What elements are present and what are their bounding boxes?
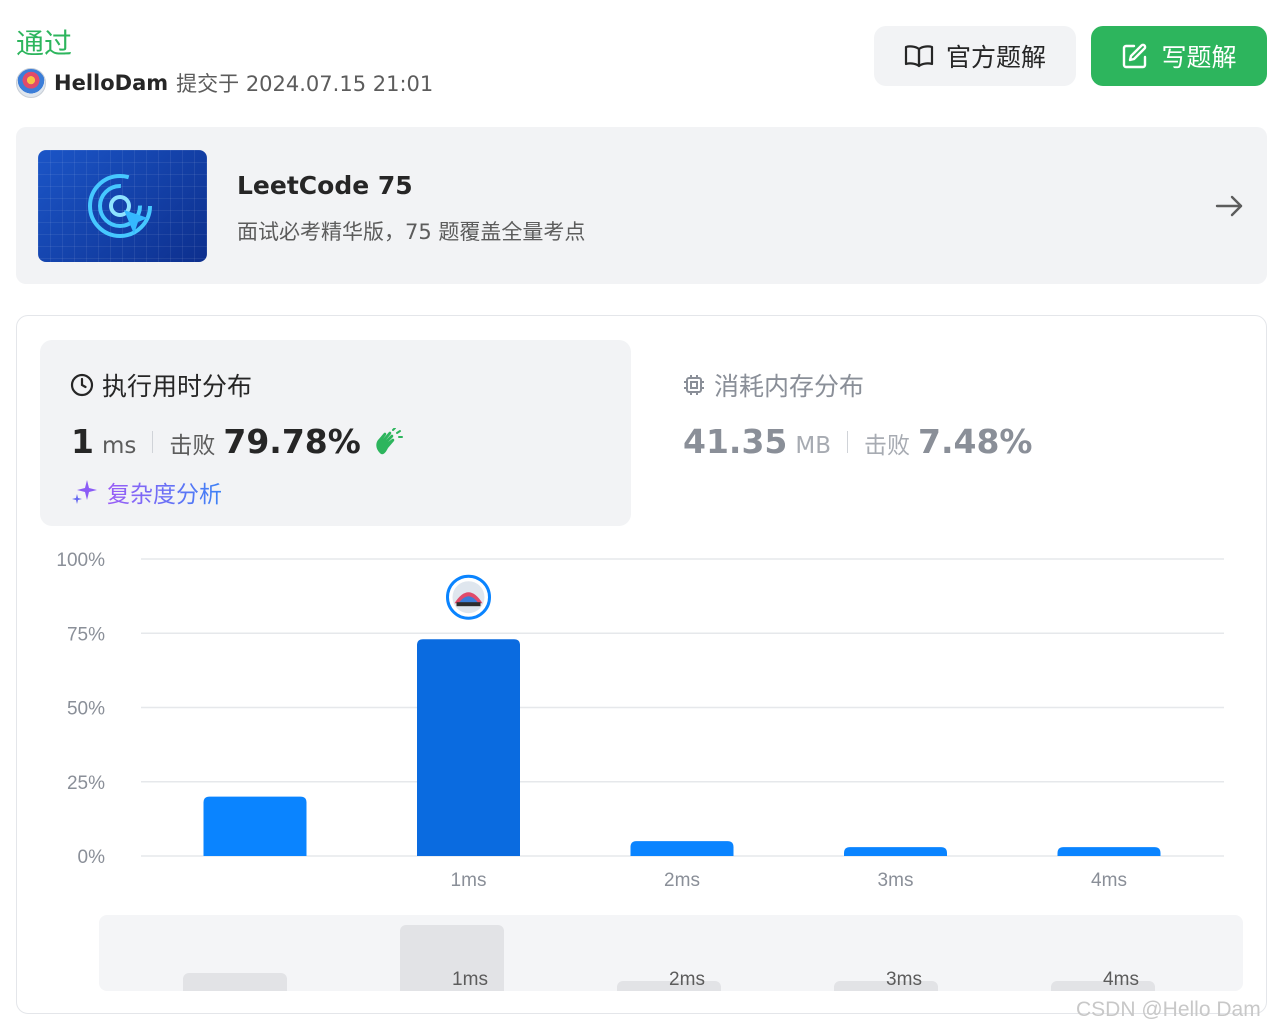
- minimap-label: 2ms: [669, 969, 705, 990]
- complexity-analysis-link[interactable]: 复杂度分析: [71, 475, 222, 509]
- user-avatar[interactable]: [16, 68, 46, 98]
- edit-icon: [1123, 43, 1147, 69]
- sparkle-icon: [72, 480, 97, 504]
- divider: [847, 430, 849, 453]
- y-tick-label: 0%: [78, 847, 106, 868]
- target-cursor-icon: [88, 174, 152, 238]
- y-tick-label: 100%: [56, 550, 105, 571]
- runtime-panel[interactable]: 执行用时分布 1 ms 击败 79.78% 复杂度分析: [40, 340, 631, 526]
- x-tick-label: 3ms: [878, 870, 914, 891]
- avatar-detail: [456, 602, 481, 607]
- runtime-stats: 1 ms 击败 79.78%: [71, 422, 403, 461]
- arrow-right-icon[interactable]: [1214, 191, 1244, 221]
- distribution-bar: [1057, 847, 1161, 856]
- distribution-minimap[interactable]: 1ms 2ms 3ms 4ms: [99, 915, 1243, 991]
- minimap-label: 3ms: [886, 969, 922, 990]
- banner-image: [38, 150, 207, 262]
- y-tick-label: 25%: [67, 773, 105, 794]
- memory-panel[interactable]: 消耗内存分布: [682, 367, 864, 403]
- watermark: CSDN @Hello Dam: [1076, 998, 1261, 1021]
- distribution-bar: [630, 841, 734, 856]
- runtime-value: 1: [71, 422, 94, 461]
- runtime-unit: ms: [101, 433, 137, 459]
- distribution-bar: [844, 847, 947, 856]
- official-solution-button[interactable]: 官方题解: [874, 26, 1076, 86]
- x-tick-label: 4ms: [1091, 870, 1127, 891]
- runtime-beat-label: 击败: [169, 433, 216, 459]
- study-plan-banner[interactable]: LeetCode 75 面试必考精华版，75 题覆盖全量考点: [16, 127, 1267, 284]
- divider: [152, 430, 154, 453]
- minimap-bar: [183, 973, 287, 991]
- distribution-bar: [203, 796, 307, 856]
- write-solution-label: 写题解: [1161, 43, 1237, 72]
- banner-subtitle: 面试必考精华版，75 题覆盖全量考点: [237, 220, 586, 244]
- submit-time: 提交于 2024.07.15 21:01: [176, 72, 434, 96]
- minimap-label: 1ms: [452, 969, 488, 990]
- write-solution-button[interactable]: 写题解: [1091, 26, 1267, 86]
- y-tick-label: 50%: [67, 699, 105, 720]
- submission-status: 通过: [16, 27, 73, 60]
- distribution-bar: [417, 639, 520, 856]
- minimap-label: 4ms: [1103, 969, 1139, 990]
- runtime-title: 执行用时分布: [70, 367, 252, 403]
- y-tick-label: 75%: [67, 624, 105, 645]
- memory-beat-value: 7.48%: [918, 422, 1033, 461]
- banner-title: LeetCode 75: [237, 171, 413, 200]
- clap-icon: [376, 427, 403, 454]
- x-tick-label: 2ms: [664, 870, 700, 891]
- chip-icon: [684, 375, 704, 395]
- runtime-beat-value: 79.78%: [223, 422, 361, 461]
- memory-value: 41.35: [683, 422, 788, 461]
- book-icon: [904, 45, 934, 68]
- submission-stats-card: 100% 75% 50% 25% 0% 1ms 2ms 3ms 4ms 执行用时分布 1 ms …: [16, 315, 1267, 1014]
- submitter-info: HelloDam 提交于 2024.07.15 21:01: [16, 66, 433, 100]
- x-tick-label: 1ms: [451, 870, 487, 891]
- clock-icon: [70, 373, 94, 397]
- runtime-title-text: 执行用时分布: [102, 372, 253, 401]
- username[interactable]: HelloDam: [54, 71, 168, 95]
- complexity-analysis-label: 复杂度分析: [107, 475, 222, 509]
- memory-unit: MB: [795, 433, 832, 459]
- official-solution-label: 官方题解: [945, 43, 1046, 72]
- memory-title-text: 消耗内存分布: [714, 372, 865, 401]
- memory-beat-label: 击败: [864, 433, 911, 459]
- memory-stats: 41.35 MB 击败 7.48%: [683, 422, 1033, 461]
